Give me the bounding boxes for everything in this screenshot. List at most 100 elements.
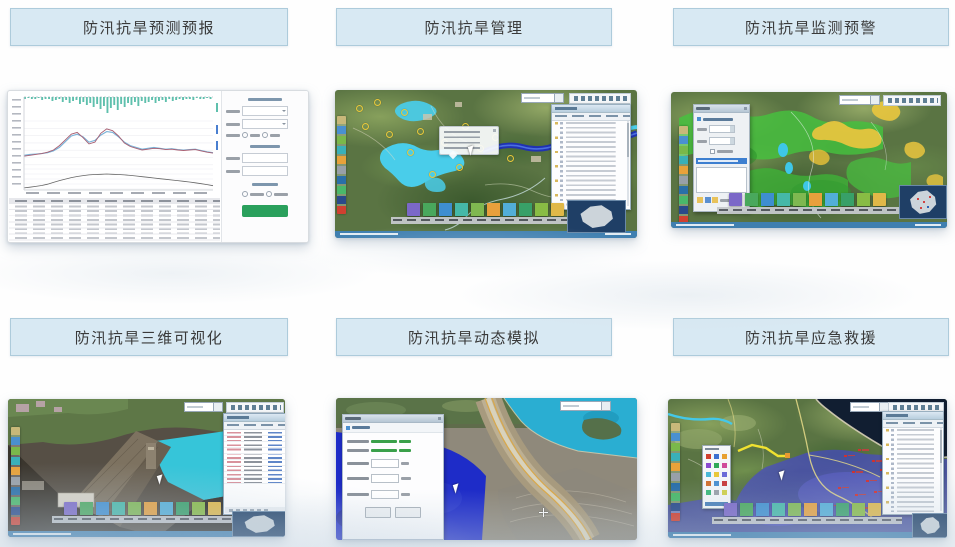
legend-palette-panel[interactable] [702, 445, 731, 509]
minimap-island [243, 515, 278, 534]
rain-bar [100, 97, 102, 109]
module-banner-monitoring[interactable]: 防汛抗旱监测预警 [673, 8, 949, 46]
forecast-submit-button[interactable] [242, 205, 288, 217]
form-field-select[interactable] [226, 119, 304, 129]
rain-bar [76, 97, 78, 100]
dialog-titlebar[interactable] [343, 415, 443, 423]
rain-bar [144, 97, 146, 103]
rain-bar [72, 97, 74, 101]
map-search-input[interactable] [184, 402, 214, 412]
forecast-screenshot[interactable] [7, 90, 309, 243]
rain-bar [141, 97, 143, 101]
map-toolbar[interactable] [883, 95, 941, 106]
panel-tabs[interactable] [552, 113, 630, 121]
overview-minimap[interactable] [912, 513, 947, 538]
rain-bar [151, 97, 153, 100]
breach-simulation-dialog[interactable] [342, 414, 444, 540]
result-listbox[interactable] [696, 167, 747, 193]
rain-bar [158, 97, 160, 101]
rain-bar [103, 97, 105, 106]
field-duration[interactable] [347, 490, 439, 499]
rain-bar [210, 97, 212, 99]
rain-bar [120, 97, 122, 104]
run-button[interactable] [365, 507, 391, 518]
result-table-rows[interactable] [224, 430, 285, 486]
form-field-input[interactable] [226, 153, 304, 163]
form-field-input[interactable] [226, 166, 304, 176]
layer-tree[interactable] [885, 428, 938, 512]
map-search-input[interactable] [560, 401, 602, 411]
management-screenshot[interactable] [335, 90, 637, 238]
clear-button[interactable] [395, 507, 421, 518]
rain-bar [41, 97, 43, 100]
rain-bar [62, 97, 64, 102]
dialog-buttons[interactable] [343, 507, 443, 518]
side-toolbar[interactable] [671, 423, 680, 521]
module-title-management: 防汛抗旱管理 [424, 17, 523, 38]
rain-bar [113, 97, 115, 105]
app-dock[interactable] [407, 203, 564, 216]
form-section-title [248, 98, 282, 101]
dialog-tab[interactable] [343, 423, 443, 433]
side-toolbar[interactable] [11, 427, 20, 525]
alert-marker-icon [838, 487, 841, 489]
date-field-start[interactable] [697, 125, 746, 133]
station-marker-icon [356, 105, 363, 112]
map-search-input[interactable] [839, 95, 871, 105]
close-icon[interactable] [744, 107, 748, 111]
simulation-screenshot[interactable] [336, 398, 637, 540]
result-list-panel[interactable] [223, 413, 285, 515]
module-banner-rescue[interactable]: 防汛抗旱应急救援 [673, 318, 949, 356]
rain-bar [175, 97, 177, 100]
form-radio-group[interactable] [226, 191, 304, 197]
page-canvas: 防汛抗旱预测预报 防汛抗旱管理 防汛抗旱监测预警 防汛抗旱三维可视化 防汛抗旱动… [0, 0, 955, 547]
form-field-select[interactable] [226, 106, 304, 116]
layer-tree[interactable] [554, 121, 625, 207]
dock-labels [717, 207, 902, 214]
date-field-end[interactable] [697, 137, 746, 145]
field-breach-direction[interactable] [347, 449, 439, 452]
panel-header [224, 414, 285, 422]
selected-result-row[interactable] [696, 158, 747, 164]
module-banner-management[interactable]: 防汛抗旱管理 [336, 8, 612, 46]
rain-bar [110, 97, 112, 108]
module-banner-forecast[interactable]: 防汛抗旱预测预报 [10, 8, 288, 46]
rain-bar [134, 97, 136, 102]
palette-icons [703, 452, 730, 502]
map-toolbar[interactable] [569, 93, 631, 104]
app-dock[interactable] [729, 193, 886, 206]
dialog-titlebar[interactable] [694, 105, 749, 113]
scrollbar[interactable] [627, 121, 630, 206]
overview-minimap[interactable] [899, 185, 947, 219]
rescue-screenshot[interactable] [668, 399, 947, 538]
panel-tabs[interactable] [224, 422, 285, 430]
map-search-input[interactable] [521, 93, 555, 103]
side-toolbar[interactable] [337, 116, 346, 214]
overview-minimap[interactable] [232, 511, 285, 537]
rain-bar [31, 97, 33, 99]
layer-tree-panel[interactable] [882, 411, 944, 515]
visualization-screenshot[interactable] [8, 399, 285, 537]
close-icon[interactable] [438, 417, 442, 421]
rain-bar [172, 97, 174, 101]
monitoring-screenshot[interactable] [671, 92, 947, 228]
map-search-input[interactable] [850, 402, 880, 412]
app-dock[interactable] [64, 502, 221, 515]
rain-bar [168, 97, 170, 99]
checkbox-option[interactable] [697, 149, 746, 154]
overview-minimap[interactable] [567, 200, 626, 233]
panel-tabs[interactable] [883, 420, 943, 428]
field-breach-flow[interactable] [347, 474, 439, 483]
app-dock[interactable] [724, 503, 881, 516]
scrollbar[interactable] [940, 428, 943, 511]
module-banner-simulation[interactable]: 防汛抗旱动态模拟 [336, 318, 612, 356]
layer-tree-panel[interactable] [551, 104, 631, 210]
field-breach-location[interactable] [347, 440, 439, 443]
rain-bar [89, 97, 91, 103]
side-toolbar[interactable] [679, 126, 688, 224]
field-breach-width[interactable] [347, 459, 439, 468]
alert-marker-icon [844, 455, 847, 457]
form-radio-group[interactable] [226, 132, 304, 138]
map-toolbar[interactable] [226, 402, 284, 413]
module-banner-3d[interactable]: 防汛抗旱三维可视化 [10, 318, 288, 356]
